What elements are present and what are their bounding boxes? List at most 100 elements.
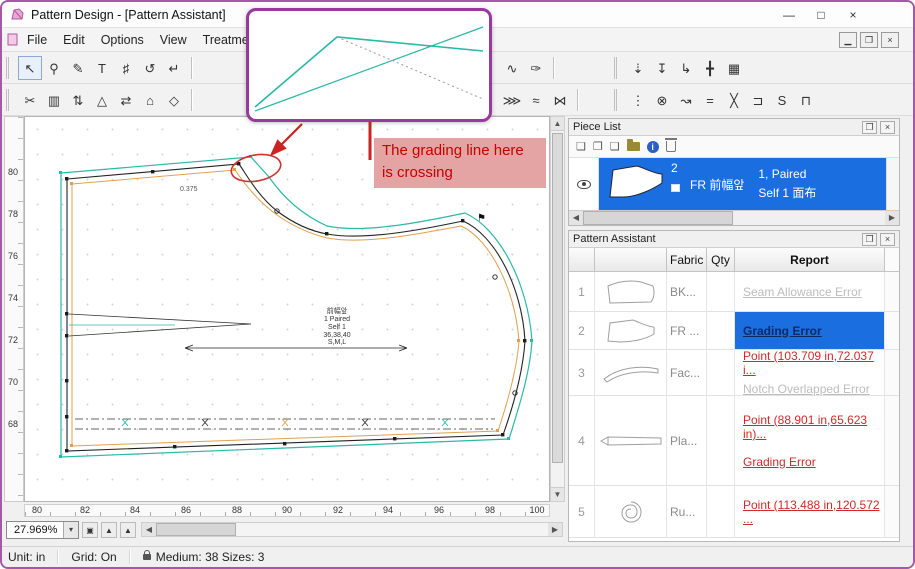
close-panel-icon[interactable]: × (880, 233, 895, 246)
error-link[interactable]: Grading Error (743, 455, 816, 469)
menu-view[interactable]: View (152, 30, 195, 50)
copy-piece-icon[interactable]: ❏ (576, 140, 586, 153)
grade-table-tool-button[interactable]: ▦ (722, 56, 746, 80)
float-panel-icon[interactable]: ❐ (862, 233, 877, 246)
column-header-report[interactable]: Report (735, 248, 885, 272)
horizontal-scroll-thumb[interactable] (156, 523, 236, 536)
fit-view-icon[interactable]: ▣ (82, 522, 98, 538)
toolbar-grip[interactable] (6, 89, 12, 111)
select-tool-button[interactable]: ↖ (18, 56, 42, 80)
column-header-fabric[interactable]: Fabric (667, 248, 707, 272)
piece-thumbnail-cell (595, 486, 667, 538)
error-link[interactable]: Seam Allowance Error (743, 285, 862, 299)
toolbar-grip[interactable] (614, 57, 620, 79)
dart-tool-button[interactable]: △ (90, 88, 114, 112)
float-panel-icon[interactable]: ❐ (862, 121, 877, 134)
mirror-tool-button[interactable]: ◇ (162, 88, 186, 112)
error-link[interactable]: Notch Overlapped Error (743, 382, 870, 396)
remove-point-tool-button[interactable]: ⊗ (650, 88, 674, 112)
piece-list-scrollbar[interactable]: ◀ ▶ (569, 210, 899, 225)
grade-corner-tool-button[interactable]: ↳ (674, 56, 698, 80)
grade-move-tool-button[interactable]: ╋ (698, 56, 722, 80)
report-row-2[interactable]: 2 FR ... Grading Error (569, 312, 899, 350)
move-tool-button[interactable]: ⇄ (114, 88, 138, 112)
toolbar-grip[interactable] (614, 89, 620, 111)
report-row-3[interactable]: 3 Fac... Point (103.709 in,72.037 i... N… (569, 350, 899, 396)
rotate-tool-button[interactable]: ↺ (138, 56, 162, 80)
piece-label-line: Self 1 (328, 324, 346, 331)
box-tool-button[interactable]: ⊐ (746, 88, 770, 112)
canvas-horizontal-scrollbar[interactable]: ◀ ▶ (141, 522, 563, 537)
paste-piece-icon[interactable]: ❏ (610, 140, 620, 153)
scroll-right-icon[interactable]: ▶ (885, 211, 899, 225)
eye-icon[interactable] (577, 180, 591, 189)
grade-point-tool-button[interactable]: ⇣ (626, 56, 650, 80)
notch-tool-button[interactable]: ♯ (114, 56, 138, 80)
piece-label-line: 36,38,40 (323, 332, 350, 339)
error-link[interactable]: Point (113.488 in,120.572 ... (743, 498, 884, 526)
error-link-selected[interactable]: Grading Error (743, 324, 822, 338)
piece-list-scroll-track[interactable] (733, 211, 885, 225)
column-header-qty[interactable]: Qty (707, 248, 735, 272)
horizontal-scroll-track[interactable] (236, 523, 548, 536)
mdi-minimize-button[interactable]: ▁ (839, 32, 857, 48)
curve-edit-tool-button[interactable]: ↝ (674, 88, 698, 112)
duplicate-piece-icon[interactable]: ❐ (593, 140, 603, 153)
scroll-left-icon[interactable]: ◀ (569, 211, 583, 225)
chevron-down-icon[interactable]: ▾ (63, 522, 78, 538)
zoom-combo[interactable]: 27.969% ▾ (6, 521, 79, 539)
shape-tool-button[interactable]: ⌂ (138, 88, 162, 112)
cap-tool-button[interactable]: ⊓ (794, 88, 818, 112)
pattern-assistant-header: Pattern Assistant ❐ × (569, 231, 899, 248)
error-link[interactable]: Point (103.709 in,72.037 i... (743, 349, 884, 377)
trash-icon[interactable] (666, 141, 676, 152)
toolbar-grip[interactable] (6, 57, 12, 79)
join-tool-button[interactable]: ⋈ (548, 88, 572, 112)
cut-tool-button[interactable]: ✂ (18, 88, 42, 112)
swap-tool-button[interactable]: ⇅ (66, 88, 90, 112)
measure-tool-button[interactable]: ✎ (66, 56, 90, 80)
scroll-right-icon[interactable]: ▶ (548, 523, 562, 536)
maximize-button[interactable]: □ (813, 8, 829, 22)
zoom-tool-button[interactable]: ⚲ (42, 56, 66, 80)
delete-tool-button[interactable]: ╳ (722, 88, 746, 112)
scroll-up-icon[interactable]: ▲ (551, 117, 564, 131)
piece-list-scroll-thumb[interactable] (583, 211, 733, 225)
smooth-tool-button[interactable]: ≈ (524, 88, 548, 112)
grade-copy-tool-button[interactable]: ↧ (650, 56, 674, 80)
mdi-close-button[interactable]: × (881, 32, 899, 48)
vertical-scroll-thumb[interactable] (552, 133, 563, 463)
folder-icon[interactable] (627, 142, 640, 151)
size-up2-icon[interactable]: ▲ (120, 522, 136, 538)
piece-label-line: 前幅앞 (327, 306, 348, 315)
report-row-1[interactable]: 1 BK... Seam Allowance Error (569, 272, 899, 312)
error-link[interactable]: Point (88.901 in,65.623 in)... (743, 413, 884, 441)
ruler-label: 72 (8, 335, 18, 345)
pleat-tool-button[interactable]: ▥ (42, 88, 66, 112)
report-row-4[interactable]: 4 Pla... Point (88.901 in,65.623 in)... … (569, 396, 899, 486)
menu-file[interactable]: File (19, 30, 55, 50)
menu-edit[interactable]: Edit (55, 30, 93, 50)
walk-tool-button[interactable]: ⋙ (500, 88, 524, 112)
size-up-icon[interactable]: ▲ (101, 522, 117, 538)
compare-tool-button[interactable]: ↵ (162, 56, 186, 80)
piece-info: 1, Paired Self 1 面布 (758, 165, 816, 207)
menu-options[interactable]: Options (93, 30, 152, 50)
pen-tool-button[interactable]: ✑ (524, 56, 548, 80)
scroll-left-icon[interactable]: ◀ (142, 523, 156, 536)
close-button[interactable]: × (845, 8, 861, 22)
minimize-button[interactable]: — (781, 8, 797, 22)
close-panel-icon[interactable]: × (880, 121, 895, 134)
text-tool-button[interactable]: T (90, 56, 114, 80)
curve-tool-button[interactable]: ∿ (500, 56, 524, 80)
mdi-restore-button[interactable]: ❐ (860, 32, 878, 48)
notch-edit-tool-button[interactable]: ⋮ (626, 88, 650, 112)
report-row-5[interactable]: 5 Ru... Point (113.488 in,120.572 ... (569, 486, 899, 538)
info-icon[interactable] (647, 141, 659, 153)
align-tool-button[interactable]: = (698, 88, 722, 112)
scroll-down-icon[interactable]: ▼ (551, 487, 564, 501)
seam-tool-button[interactable]: S (770, 88, 794, 112)
piece-list-item[interactable]: 2 FR 前幅앞 1, Paired Self 1 面布 (599, 158, 886, 210)
canvas-vertical-scrollbar[interactable]: ▲ ▼ (550, 116, 565, 502)
piece-list-right-gutter (886, 158, 899, 210)
